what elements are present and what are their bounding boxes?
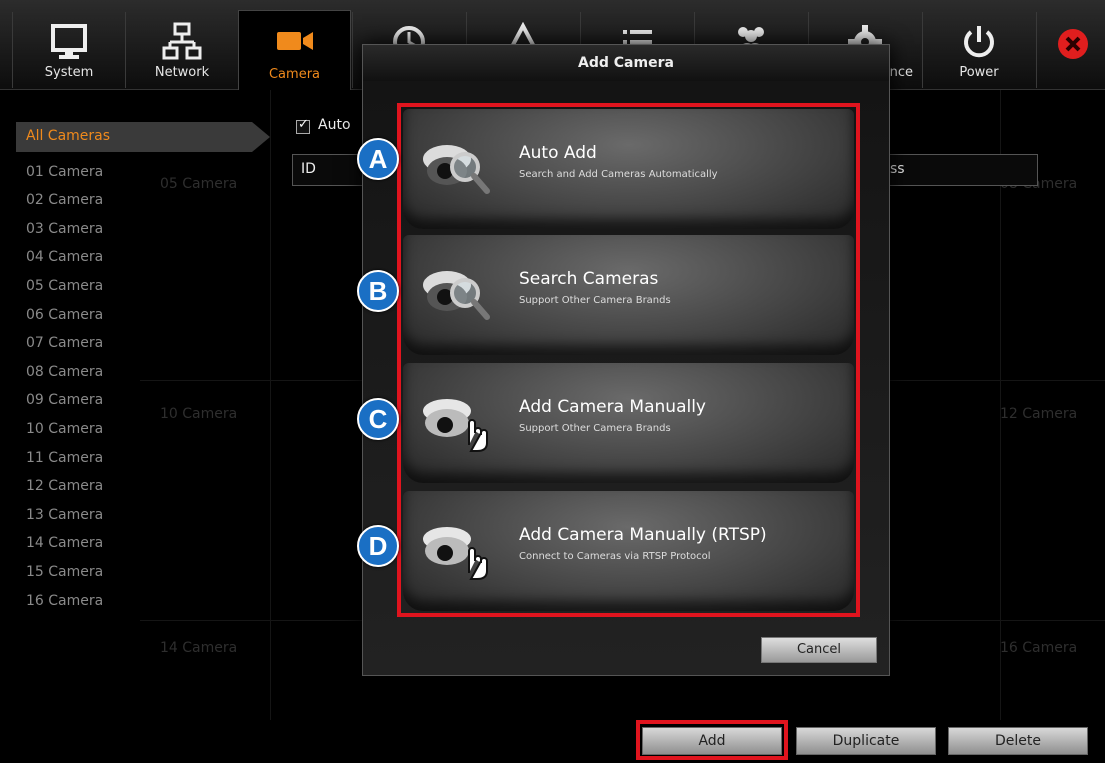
- sidebar-item-camera[interactable]: 15 Camera: [26, 564, 103, 580]
- badge-c: C: [357, 398, 399, 440]
- sidebar-item-camera[interactable]: 06 Camera: [26, 307, 103, 323]
- duplicate-button[interactable]: Duplicate: [796, 727, 936, 755]
- auto-checkbox-label: Auto: [318, 117, 351, 133]
- sidebar-item-camera[interactable]: 14 Camera: [26, 535, 103, 551]
- tab-system[interactable]: System: [12, 12, 125, 88]
- tab-system-label: System: [44, 65, 94, 80]
- tab-camera-label: Camera: [268, 67, 321, 82]
- sidebar-item-camera[interactable]: 09 Camera: [26, 392, 103, 408]
- tab-network-label: Network: [154, 65, 210, 80]
- close-icon: [1058, 29, 1088, 59]
- tab-power-label: Power: [959, 65, 999, 80]
- monitor-icon: [13, 20, 125, 64]
- column-id: ID: [301, 161, 316, 177]
- sidebar-item-camera[interactable]: 02 Camera: [26, 192, 103, 208]
- cancel-button[interactable]: Cancel: [761, 637, 877, 663]
- sidebar-item-all-cameras[interactable]: All Cameras: [16, 122, 270, 152]
- auto-checkbox[interactable]: [296, 117, 310, 134]
- sidebar-item-camera[interactable]: 13 Camera: [26, 507, 103, 523]
- sidebar-item-camera[interactable]: 03 Camera: [26, 221, 103, 237]
- camera-sidebar: All Cameras 01 Camera 02 Camera 03 Camer…: [0, 90, 270, 763]
- badge-b: B: [357, 270, 399, 312]
- tab-network[interactable]: Network: [125, 12, 238, 88]
- power-icon: [923, 20, 1035, 64]
- delete-button[interactable]: Delete: [948, 727, 1088, 755]
- tab-maintenance-label: nce: [889, 65, 913, 80]
- camera-icon: [239, 19, 350, 63]
- grid-label: 16 Camera: [1000, 640, 1078, 656]
- highlight-frame: [397, 103, 860, 617]
- sidebar-item-camera[interactable]: 11 Camera: [26, 450, 103, 466]
- add-camera-dialog: Add Camera Auto Add Search and Add Camer…: [362, 44, 890, 676]
- sidebar-item-camera[interactable]: 07 Camera: [26, 335, 103, 351]
- tab-power[interactable]: Power: [922, 12, 1035, 88]
- sidebar-item-label: All Cameras: [26, 128, 111, 144]
- grid-label: 12 Camera: [1000, 406, 1078, 422]
- network-icon: [126, 20, 238, 64]
- badge-a: A: [357, 138, 399, 180]
- tab-camera[interactable]: Camera: [238, 10, 351, 90]
- sidebar-item-camera[interactable]: 04 Camera: [26, 249, 103, 265]
- badge-d: D: [357, 525, 399, 567]
- sidebar-item-camera[interactable]: 01 Camera: [26, 164, 103, 180]
- close-button[interactable]: [1036, 12, 1105, 88]
- dialog-title: Add Camera: [363, 45, 889, 81]
- sidebar-item-camera[interactable]: 05 Camera: [26, 278, 103, 294]
- sidebar-item-camera[interactable]: 12 Camera: [26, 478, 103, 494]
- sidebar-item-camera[interactable]: 08 Camera: [26, 364, 103, 380]
- sidebar-item-camera[interactable]: 16 Camera: [26, 593, 103, 609]
- sidebar-item-camera[interactable]: 10 Camera: [26, 421, 103, 437]
- add-highlight-frame: [636, 720, 788, 760]
